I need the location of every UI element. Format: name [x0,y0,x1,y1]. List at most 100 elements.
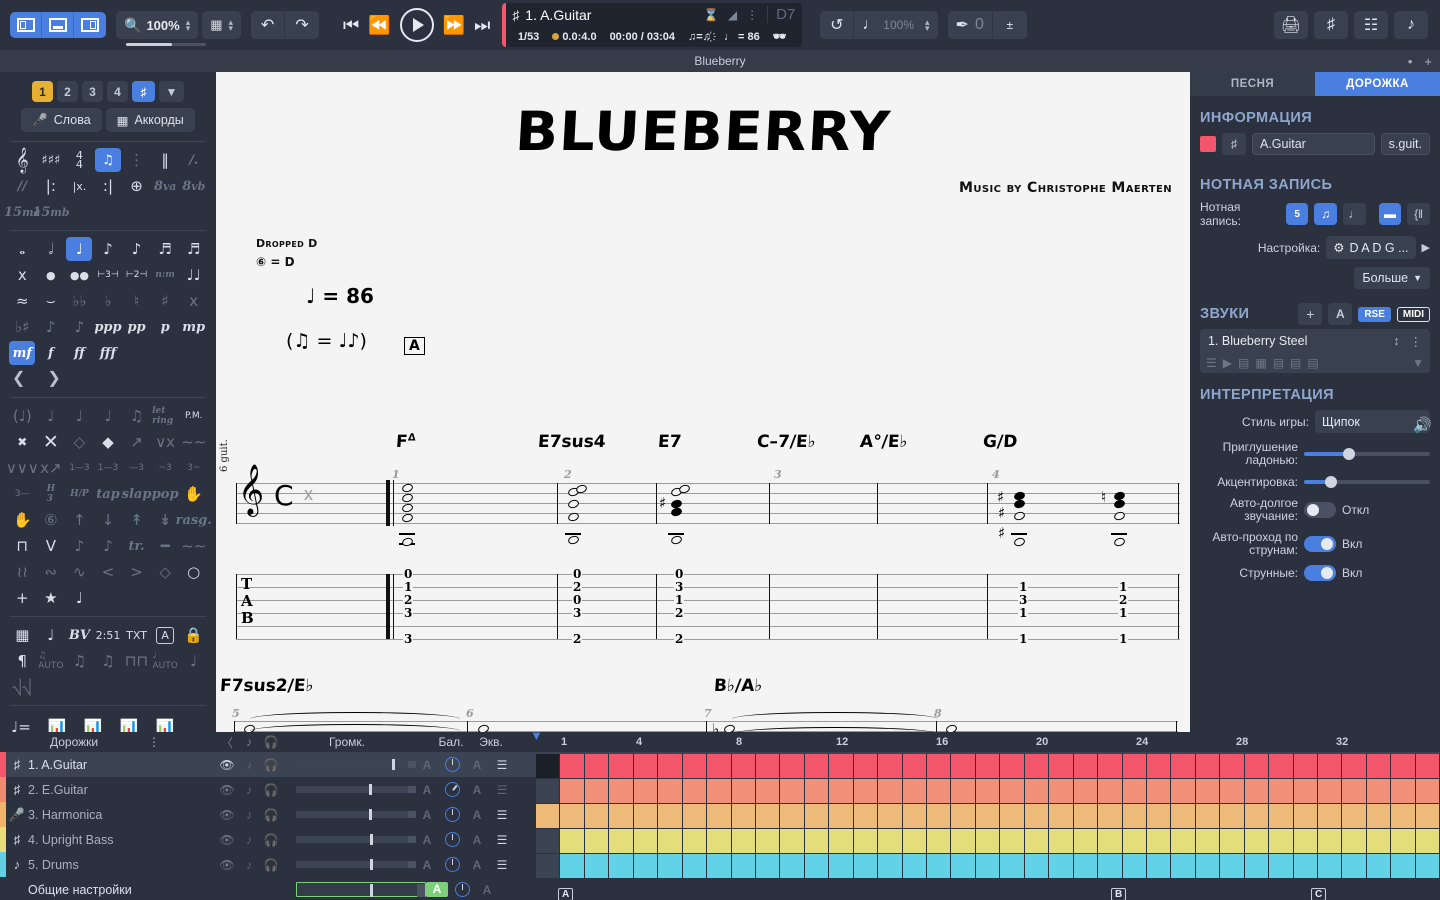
grid-stepper[interactable]: ▴▾ [229,19,234,31]
wide-vibrato-icon[interactable]: ∨∨∨ [9,456,35,480]
timeline-cell[interactable] [1342,829,1366,854]
voice-tab-2[interactable]: 2 [57,81,78,102]
timeline-cell[interactable] [1416,829,1440,854]
timeline-cell[interactable] [658,754,682,779]
voice-tab-4[interactable]: 4 [107,81,128,102]
timeline-cell[interactable] [1123,754,1147,779]
tracks-menu-icon[interactable]: ⋮ [148,735,168,749]
timeline-cell[interactable] [560,804,584,829]
timeline-cell[interactable] [1147,804,1171,829]
notehead[interactable] [401,512,414,523]
timeline-cell[interactable] [1171,754,1195,779]
balance-knob[interactable] [445,782,460,797]
timeline-cell[interactable] [683,829,707,854]
timeline-cell[interactable] [1367,829,1391,854]
trill-icon[interactable]: tr. [124,534,150,558]
timeline-cell[interactable] [1147,754,1171,779]
grand-staff-icon[interactable]: {‖ [1407,203,1430,225]
master-balance-auto[interactable]: A [476,883,498,897]
bend-down-icon[interactable]: ♪ [66,315,92,339]
timeline-cell[interactable] [707,779,731,804]
timeline-cell[interactable] [951,754,975,779]
timeline-cell[interactable] [1123,779,1147,804]
chord-symbol[interactable]: B♭/A♭ [713,676,763,696]
bars-3-icon[interactable]: 📊 [116,715,142,732]
sixteenth-note-icon[interactable]: ♪ [124,237,150,261]
pinch-harmonic-icon[interactable]: ◆ [95,430,121,454]
timeline-cell[interactable] [585,854,609,879]
stroke-up-dashed-icon[interactable]: ↟ [124,508,150,532]
timeline-cell[interactable] [732,829,756,854]
grace-eighth-icon[interactable]: ♪ [66,534,92,558]
wave2-icon[interactable]: ∼∼ [181,534,207,558]
repeat-close-icon[interactable]: :| [95,174,121,198]
timeline-cell[interactable] [1171,854,1195,879]
vibrato-icon[interactable]: ∼∼ [181,430,207,454]
timeline-cell[interactable] [732,754,756,779]
balance-knob[interactable] [445,757,460,772]
timeline-cell[interactable] [1367,754,1391,779]
timeline-cell[interactable] [805,804,829,829]
chord-symbol[interactable]: FΔ [395,432,416,452]
effect-2-icon[interactable]: ▤ [1273,356,1284,370]
tab-track[interactable]: ДОРОЖКА [1315,72,1440,96]
timeline-lane[interactable] [536,754,1440,779]
solo-icon[interactable]: 🎧 [260,833,282,847]
timeline-cell[interactable] [658,829,682,854]
volume-auto-icon[interactable]: A [416,808,438,822]
cabinet-icon[interactable]: ▦ [1255,356,1266,370]
stem-auto-icon[interactable]: ♩AUTO [152,649,178,673]
slap-icon[interactable]: slap [124,482,150,506]
playback-options-group[interactable]: ↺ ♩ 100% ▴▾ [820,11,937,39]
timeline-cell[interactable] [1074,854,1098,879]
timeline-cell[interactable] [927,804,951,829]
tab-fret-number[interactable]: 2 [1118,595,1128,605]
volume-slider[interactable] [296,761,416,768]
volume-slider[interactable] [296,786,416,793]
timeline-cell[interactable] [1342,754,1366,779]
speed-stepper[interactable]: ▴▾ [925,19,930,31]
timeline-cell[interactable] [1171,804,1195,829]
beam-join-icon[interactable]: ♫ [66,649,92,673]
duration-display-icon[interactable]: 2:51 [95,623,121,647]
section-marker[interactable]: B [1111,888,1126,900]
layout-page-icon[interactable] [10,12,42,38]
timeline-cell[interactable] [756,829,780,854]
section-marker-icon[interactable]: A [156,627,174,644]
midi-toggle[interactable]: MIDI [1397,307,1430,322]
volume-auto-icon[interactable]: A [416,783,438,797]
dot-icon[interactable]: ● [38,263,64,287]
tap-harmonic-icon[interactable]: ∨x [152,430,178,454]
timeline-cell[interactable] [1074,829,1098,854]
solo-icon[interactable]: 🎧 [260,758,282,772]
timeline-cell[interactable] [1049,754,1073,779]
notehead[interactable] [670,506,683,517]
accent-row[interactable]: Акцентировка: [1190,475,1440,497]
balance-auto-icon[interactable]: A [466,758,488,772]
timeline-cell[interactable] [609,829,633,854]
grid-view-control[interactable]: ▦ ▴▾ [202,11,241,39]
timeline-cell[interactable] [683,804,707,829]
rewind-icon[interactable]: ⏪ [368,15,390,36]
transport-controls[interactable]: ⏮ ⏪ ⏩ ⏭ [343,8,490,42]
more-vertical-icon[interactable]: ⋮ [746,8,758,22]
timeline-cell[interactable] [1416,854,1440,879]
timeline-cell[interactable] [1171,779,1195,804]
inspector-tabs[interactable]: ПЕСНЯ ДОРОЖКА [1190,72,1440,96]
timeline-cell[interactable] [1049,804,1073,829]
quarter-note-icon[interactable]: ♩ [66,237,92,261]
timeline-cell[interactable] [1000,779,1024,804]
octave-8vb-icon[interactable]: 8vb [181,174,207,198]
tuning-row[interactable]: Настройка: ⚙ D A D G ... ▶ [1190,236,1440,267]
eq-icon[interactable]: ☰ [488,858,516,872]
dynamic-ppp-icon[interactable]: ppp [95,315,121,339]
bend-up-icon[interactable]: ♪ [38,315,64,339]
dynamic-mf-icon[interactable]: mf [9,341,35,365]
beam-split-icon[interactable]: ♫ [95,649,121,673]
chord-symbol[interactable]: G/D [982,432,1018,452]
notehead[interactable] [945,723,958,732]
pilcrow-icon[interactable]: ¶ [9,649,35,673]
half-note-icon[interactable]: 𝅗𝅥 [38,237,64,261]
tab-fret-number[interactable]: 1 [1118,608,1128,618]
tab-fret-number[interactable]: 1 [1018,608,1028,618]
